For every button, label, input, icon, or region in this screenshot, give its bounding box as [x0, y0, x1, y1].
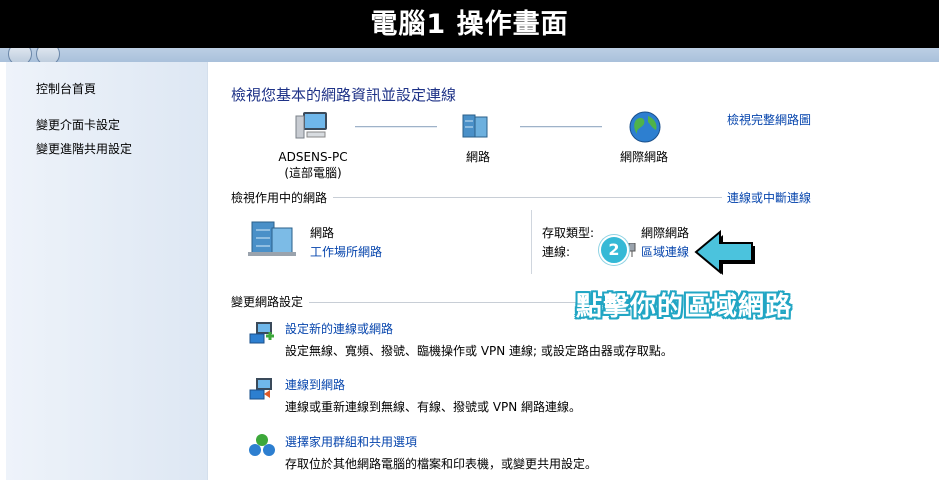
annotation-callout: 點擊你的區域網路: [576, 292, 793, 322]
page-title: 檢視您基本的網路資訊並設定連線: [231, 86, 457, 104]
pointer-arrow-icon: [694, 229, 755, 275]
connection-label: 連線:: [542, 245, 571, 259]
setup-new-connection-desc: 設定無線、寬頻、撥號、臨機操作或 VPN 連線; 或設定路由器或存取點。: [285, 344, 673, 358]
connect-disconnect-link[interactable]: 連線或中斷連線: [727, 189, 811, 206]
connect-to-network-desc: 連線或重新連線到無線、有線、撥號或 VPN 網路連線。: [285, 400, 582, 414]
change-settings-header: 變更網路設定: [231, 295, 304, 309]
local-area-connection-link[interactable]: 區域連線: [641, 243, 689, 260]
connect-to-network-link[interactable]: 連線到網路: [285, 376, 345, 393]
change-settings-divider: [309, 302, 579, 303]
computer-name-label: ADSENS-PC: [278, 150, 348, 164]
connect-to-network-icon: [249, 378, 272, 400]
homegroup-sharing-link[interactable]: 選擇家用群組和共用選項: [285, 433, 417, 450]
internet-node-label: 網際網路: [619, 150, 668, 164]
active-network-separator: [531, 210, 532, 274]
globe-icon: [629, 111, 661, 143]
new-connection-icon: [249, 322, 274, 344]
sidebar-item-advanced-sharing[interactable]: 變更進階共用設定: [36, 140, 132, 157]
computer-sub-label: (這部電腦): [284, 166, 342, 180]
view-full-map-link[interactable]: 檢視完整網路圖: [727, 111, 811, 128]
active-networks-header: 檢視作用中的網路: [231, 191, 328, 205]
computer-icon: [295, 112, 327, 139]
active-networks-divider: [333, 197, 722, 198]
homegroup-icon: [249, 434, 275, 456]
setup-new-connection-link[interactable]: 設定新的連線或網路: [285, 320, 393, 337]
network-type-link[interactable]: 工作場所網路: [310, 243, 382, 260]
map-connector-right: [520, 126, 602, 128]
network-bench-icon: [462, 114, 488, 138]
access-type-value: 網際網路: [641, 226, 690, 240]
step-badge: 2: [599, 235, 629, 265]
homegroup-sharing-desc: 存取位於其他網路電腦的檔案和印表機，或變更共用設定。: [285, 457, 598, 471]
map-connector-left: [355, 126, 437, 128]
workplace-network-icon: [248, 221, 296, 256]
network-node-label: 網路: [465, 150, 490, 164]
page-banner: 電腦1 操作畫面: [0, 0, 939, 48]
sidebar: 控制台首頁 變更介面卡設定 變更進階共用設定: [6, 62, 208, 480]
sidebar-item-change-adapter-settings[interactable]: 變更介面卡設定: [36, 116, 120, 133]
sidebar-item-control-panel-home[interactable]: 控制台首頁: [36, 80, 96, 97]
active-network-name: 網路: [310, 226, 335, 240]
access-type-label: 存取類型:: [542, 226, 595, 240]
